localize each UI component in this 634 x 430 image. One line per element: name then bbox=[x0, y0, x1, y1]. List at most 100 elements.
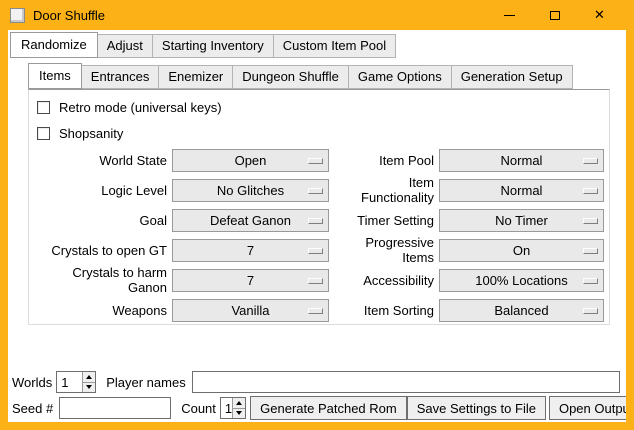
dropdown-indicator-icon bbox=[308, 308, 323, 314]
worlds-value: 1 bbox=[57, 372, 82, 392]
tab-custom-item-pool[interactable]: Custom Item Pool bbox=[273, 34, 396, 58]
setting-row: Crystals to harm Ganon 7 Accessibility 1… bbox=[37, 265, 609, 295]
spin-up-button[interactable] bbox=[82, 372, 95, 382]
crystals-gt-dropdown[interactable]: 7 bbox=[172, 239, 329, 262]
close-button[interactable]: ✕ bbox=[577, 0, 622, 30]
app-window: Door Shuffle ✕ Randomize Adjust Starting… bbox=[0, 0, 634, 430]
spinner-arrows bbox=[82, 372, 95, 392]
shopsanity-checkbox[interactable] bbox=[37, 127, 50, 140]
count-label: Count bbox=[181, 401, 216, 416]
arrow-up-icon bbox=[236, 401, 242, 405]
shopsanity-row: Shopsanity bbox=[37, 121, 609, 145]
seed-input[interactable] bbox=[59, 397, 171, 419]
tab-generation-setup[interactable]: Generation Setup bbox=[451, 65, 573, 89]
save-settings-button[interactable]: Save Settings to File bbox=[407, 396, 546, 420]
retro-mode-label: Retro mode (universal keys) bbox=[59, 100, 222, 115]
player-names-input[interactable] bbox=[192, 371, 620, 393]
item-functionality-label: Item Functionality bbox=[334, 175, 434, 205]
tab-randomize[interactable]: Randomize bbox=[10, 32, 98, 58]
timer-setting-dropdown[interactable]: No Timer bbox=[439, 209, 604, 232]
setting-row: Crystals to open GT 7 Progressive Items … bbox=[37, 235, 609, 265]
generate-patched-rom-button[interactable]: Generate Patched Rom bbox=[250, 396, 407, 420]
dropdown-indicator-icon bbox=[583, 308, 598, 314]
logic-level-value: No Glitches bbox=[217, 183, 284, 198]
setting-row: Goal Defeat Ganon Timer Setting No Timer bbox=[37, 205, 609, 235]
item-functionality-dropdown[interactable]: Normal bbox=[439, 179, 604, 202]
maximize-button[interactable] bbox=[532, 0, 577, 30]
dropdown-indicator-icon bbox=[308, 158, 323, 164]
accessibility-label: Accessibility bbox=[334, 273, 434, 288]
goal-dropdown[interactable]: Defeat Ganon bbox=[172, 209, 329, 232]
spin-down-button[interactable] bbox=[82, 382, 95, 393]
dropdown-indicator-icon bbox=[583, 278, 598, 284]
dropdown-indicator-icon bbox=[583, 218, 598, 224]
open-output-directory-button[interactable]: Open Output Directory bbox=[549, 396, 626, 420]
tab-dungeon-shuffle[interactable]: Dungeon Shuffle bbox=[232, 65, 349, 89]
window-controls: ✕ bbox=[487, 0, 622, 30]
item-pool-dropdown[interactable]: Normal bbox=[439, 149, 604, 172]
minimize-icon bbox=[504, 15, 515, 16]
tab-game-options[interactable]: Game Options bbox=[348, 65, 452, 89]
app-icon bbox=[10, 8, 25, 23]
tab-enemizer[interactable]: Enemizer bbox=[158, 65, 233, 89]
item-functionality-value: Normal bbox=[501, 183, 543, 198]
spinner-arrows bbox=[232, 398, 245, 418]
minimize-button[interactable] bbox=[487, 0, 532, 30]
weapons-label: Weapons bbox=[37, 303, 167, 318]
item-pool-label: Item Pool bbox=[334, 153, 434, 168]
tab-items[interactable]: Items bbox=[28, 63, 82, 89]
item-pool-value: Normal bbox=[501, 153, 543, 168]
dropdown-indicator-icon bbox=[308, 218, 323, 224]
progressive-items-dropdown[interactable]: On bbox=[439, 239, 604, 262]
tab-entrances[interactable]: Entrances bbox=[81, 65, 160, 89]
arrow-up-icon bbox=[86, 375, 92, 379]
crystals-gt-value: 7 bbox=[247, 243, 254, 258]
retro-mode-checkbox[interactable] bbox=[37, 101, 50, 114]
worlds-row: Worlds 1 Player names bbox=[10, 370, 622, 394]
worlds-label: Worlds bbox=[12, 375, 52, 390]
dropdown-indicator-icon bbox=[583, 248, 598, 254]
dropdown-indicator-icon bbox=[583, 188, 598, 194]
tab-adjust[interactable]: Adjust bbox=[97, 34, 153, 58]
seed-label: Seed # bbox=[12, 401, 53, 416]
progressive-items-label: Progressive Items bbox=[334, 235, 434, 265]
close-icon: ✕ bbox=[594, 7, 605, 23]
shopsanity-label: Shopsanity bbox=[59, 126, 123, 141]
timer-setting-label: Timer Setting bbox=[334, 213, 434, 228]
goal-value: Defeat Ganon bbox=[210, 213, 291, 228]
setting-row: Logic Level No Glitches Item Functionali… bbox=[37, 175, 609, 205]
tab-starting-inventory[interactable]: Starting Inventory bbox=[152, 34, 274, 58]
worlds-spinner[interactable]: 1 bbox=[56, 371, 96, 393]
retro-mode-row: Retro mode (universal keys) bbox=[37, 95, 609, 119]
weapons-dropdown[interactable]: Vanilla bbox=[172, 299, 329, 322]
maximize-icon bbox=[550, 11, 560, 20]
weapons-value: Vanilla bbox=[231, 303, 269, 318]
goal-label: Goal bbox=[37, 213, 167, 228]
count-value: 1 bbox=[221, 398, 232, 418]
count-spinner[interactable]: 1 bbox=[220, 397, 246, 419]
crystals-gt-label: Crystals to open GT bbox=[37, 243, 167, 258]
window-title: Door Shuffle bbox=[33, 8, 105, 23]
logic-level-dropdown[interactable]: No Glitches bbox=[172, 179, 329, 202]
arrow-down-icon bbox=[236, 411, 242, 415]
spin-up-button[interactable] bbox=[232, 398, 245, 408]
item-sorting-label: Item Sorting bbox=[334, 303, 434, 318]
dropdown-indicator-icon bbox=[583, 158, 598, 164]
item-sorting-dropdown[interactable]: Balanced bbox=[439, 299, 604, 322]
accessibility-dropdown[interactable]: 100% Locations bbox=[439, 269, 604, 292]
setting-row: World State Open Item Pool Normal bbox=[37, 145, 609, 175]
crystals-ganon-dropdown[interactable]: 7 bbox=[172, 269, 329, 292]
dropdown-indicator-icon bbox=[308, 278, 323, 284]
logic-level-label: Logic Level bbox=[37, 183, 167, 198]
world-state-label: World State bbox=[37, 153, 167, 168]
world-state-dropdown[interactable]: Open bbox=[172, 149, 329, 172]
timer-setting-value: No Timer bbox=[495, 213, 548, 228]
setting-row: Weapons Vanilla Item Sorting Balanced bbox=[37, 295, 609, 325]
seed-row: Seed # Count 1 Generate Patched Rom Save… bbox=[10, 396, 622, 420]
accessibility-value: 100% Locations bbox=[475, 273, 568, 288]
crystals-ganon-value: 7 bbox=[247, 273, 254, 288]
progressive-items-value: On bbox=[513, 243, 530, 258]
dropdown-indicator-icon bbox=[308, 188, 323, 194]
spin-down-button[interactable] bbox=[232, 408, 245, 419]
player-names-label: Player names bbox=[106, 375, 185, 390]
